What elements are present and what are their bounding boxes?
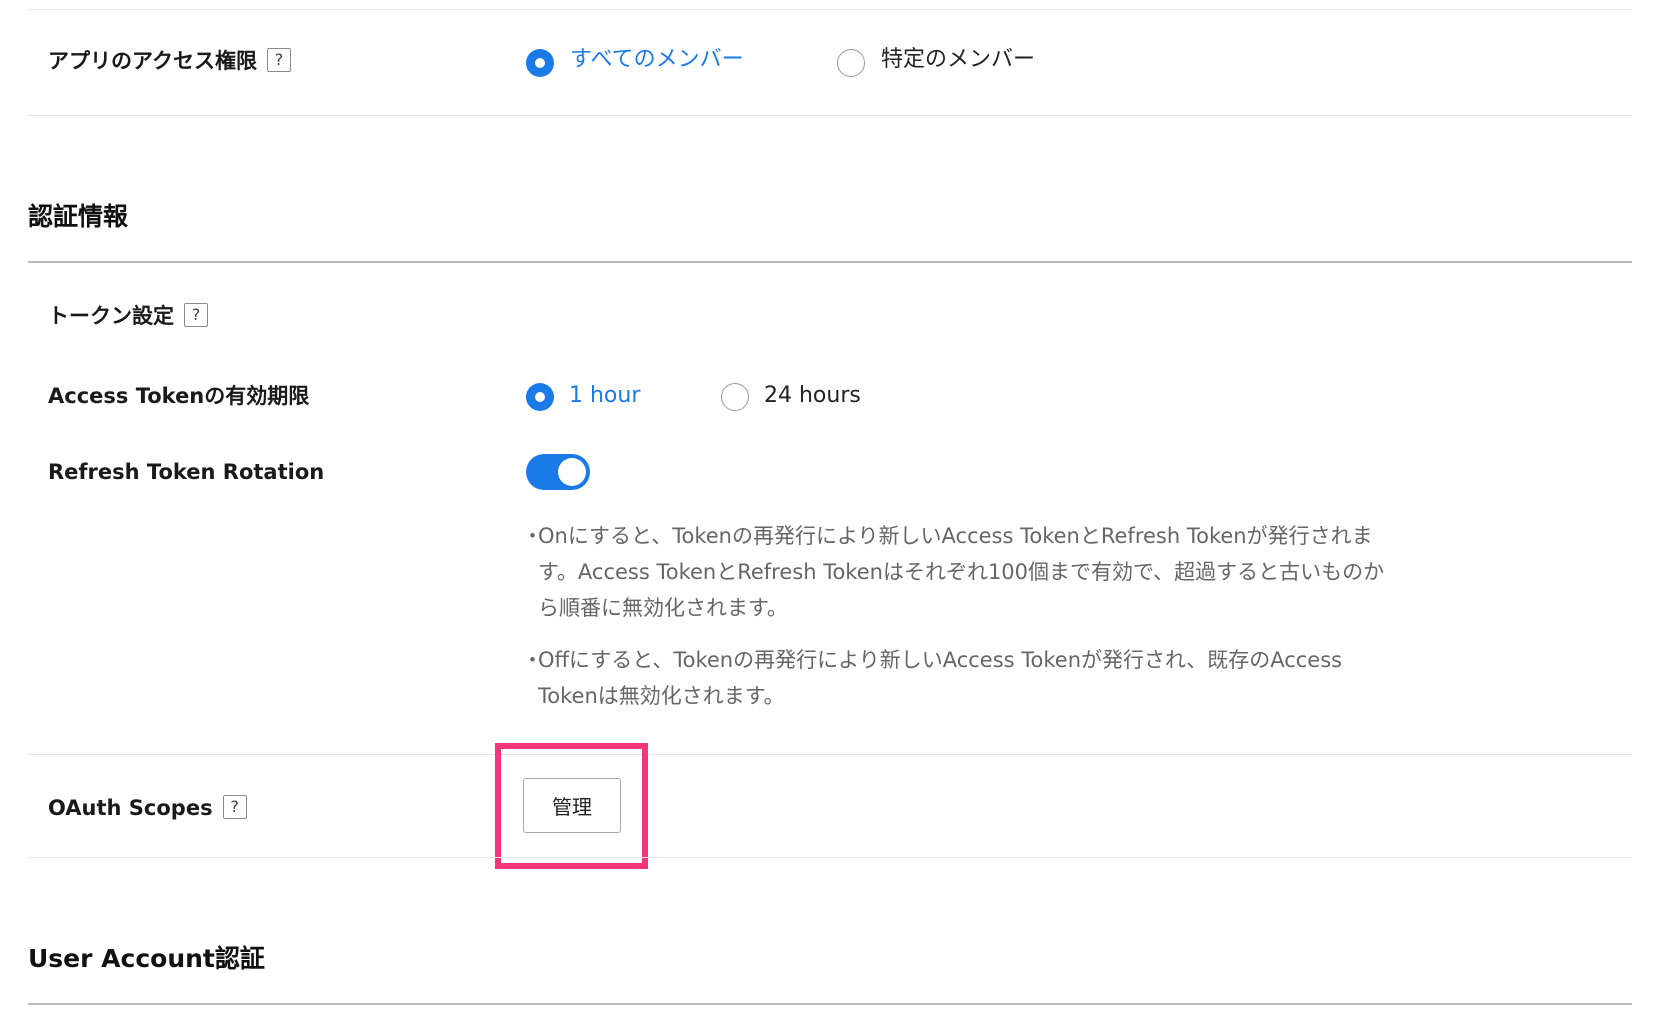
token-settings-label: トークン設定? (48, 302, 208, 330)
access-permission-label: アプリのアクセス権限? (48, 47, 291, 75)
note-line: Onにすると、Tokenの再発行により新しいAccess TokenとRefre… (538, 524, 1373, 548)
help-icon[interactable]: ? (266, 48, 291, 72)
note-line: Offにすると、Tokenの再発行により新しいAccess Tokenが発行され… (538, 648, 1343, 672)
radio-1-hour[interactable] (526, 383, 554, 411)
divider (28, 857, 1632, 858)
divider (28, 115, 1632, 116)
radio-all-members[interactable] (526, 49, 554, 77)
radio-24-hours[interactable] (721, 383, 749, 411)
divider (28, 9, 1632, 10)
note-line: す。Access TokenとRefresh Tokenはそれぞれ100個まで有… (538, 560, 1385, 584)
radio-1-hour-label[interactable]: 1 hour (569, 382, 640, 410)
radio-specific-members-label[interactable]: 特定のメンバー (881, 46, 1035, 74)
section-divider (28, 261, 1632, 263)
help-icon[interactable]: ? (184, 303, 208, 327)
toggle-knob (558, 458, 586, 486)
radio-24-hours-label[interactable]: 24 hours (764, 382, 861, 410)
refresh-rotation-toggle[interactable] (526, 454, 590, 490)
user-account-section-title: User Account認証 (28, 944, 265, 973)
rotation-off-note: ・ Offにすると、Tokenの再発行により新しいAccess Tokenが発行… (522, 642, 1343, 714)
note-line: Tokenは無効化されます。 (538, 684, 785, 708)
bullet: ・ (522, 648, 543, 672)
access-token-expiry-label: Access Tokenの有効期限 (48, 384, 310, 408)
section-divider (28, 1003, 1632, 1005)
rotation-on-note: ・ Onにすると、Tokenの再発行により新しいAccess TokenとRef… (522, 518, 1385, 626)
divider (28, 754, 1632, 755)
radio-all-members-label[interactable]: すべてのメンバー (570, 46, 744, 74)
oauth-scopes-text: OAuth Scopes (48, 796, 213, 820)
radio-specific-members[interactable] (837, 49, 865, 77)
auth-section-title: 認証情報 (28, 202, 129, 231)
note-line: ら順番に無効化されます。 (538, 596, 788, 620)
oauth-scopes-label: OAuth Scopes? (48, 794, 247, 822)
token-settings-text: トークン設定 (48, 304, 174, 328)
refresh-rotation-label: Refresh Token Rotation (48, 460, 325, 484)
manage-scopes-button[interactable]: 管理 (523, 778, 621, 833)
help-icon[interactable]: ? (222, 795, 247, 819)
bullet: ・ (522, 524, 543, 548)
access-permission-text: アプリのアクセス権限 (48, 49, 257, 73)
